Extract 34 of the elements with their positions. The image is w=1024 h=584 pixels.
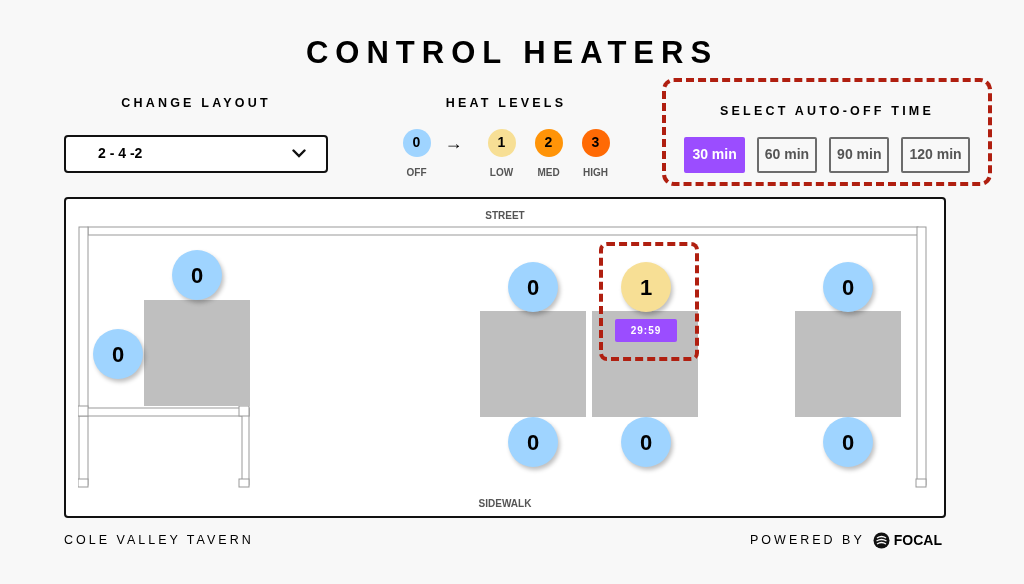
time-option-button[interactable]: 30 min: [684, 136, 745, 173]
arrow-text: →: [444, 131, 463, 155]
section-heading: SELECT AUTO-OFF TIME: [719, 103, 935, 120]
powered-by-text: POWERED BY: [750, 532, 865, 550]
section-heading: HEAT LEVELS: [445, 95, 567, 112]
venue-name: COLE VALLEY TAVERN: [64, 532, 254, 550]
heater-button[interactable]: 1: [621, 262, 671, 312]
heat-level-dot: 1: [487, 128, 516, 157]
heater-button[interactable]: 0: [508, 262, 558, 312]
time-option-button[interactable]: 90 min: [829, 136, 890, 173]
heater-button[interactable]: 0: [621, 417, 671, 467]
heat-level-dot: 3: [581, 128, 610, 157]
time-option-button[interactable]: 120 min: [901, 136, 970, 173]
heater-button[interactable]: 0: [172, 250, 222, 300]
heater-button[interactable]: 0: [508, 417, 558, 467]
section-heading: CHANGE LAYOUT: [121, 95, 271, 112]
heat-level-dot: 2: [534, 128, 563, 157]
heat-level-label: LOW: [489, 165, 514, 180]
heater-button[interactable]: 0: [823, 262, 873, 312]
sidewalk-label: SIDEWALK: [477, 497, 533, 511]
heat-level-label: MED: [537, 165, 560, 180]
heater-button[interactable]: 0: [93, 329, 143, 379]
brand-name: FOCAL: [893, 531, 942, 550]
street-label: STREET: [484, 209, 526, 223]
timer-badge: 29:59: [615, 319, 677, 342]
layout-dropdown[interactable]: 2 - 4 -2: [64, 134, 328, 173]
heat-level-label: HIGH: [583, 165, 608, 180]
heat-level-label: OFF: [406, 165, 427, 180]
time-option-button[interactable]: 60 min: [756, 136, 818, 173]
chevron-down-icon: [292, 149, 306, 159]
heater-button[interactable]: 0: [823, 417, 873, 467]
heat-level-dot: 0: [402, 128, 431, 157]
logo-icon: [872, 532, 890, 549]
page-title: CONTROL HEATERS: [304, 34, 720, 72]
